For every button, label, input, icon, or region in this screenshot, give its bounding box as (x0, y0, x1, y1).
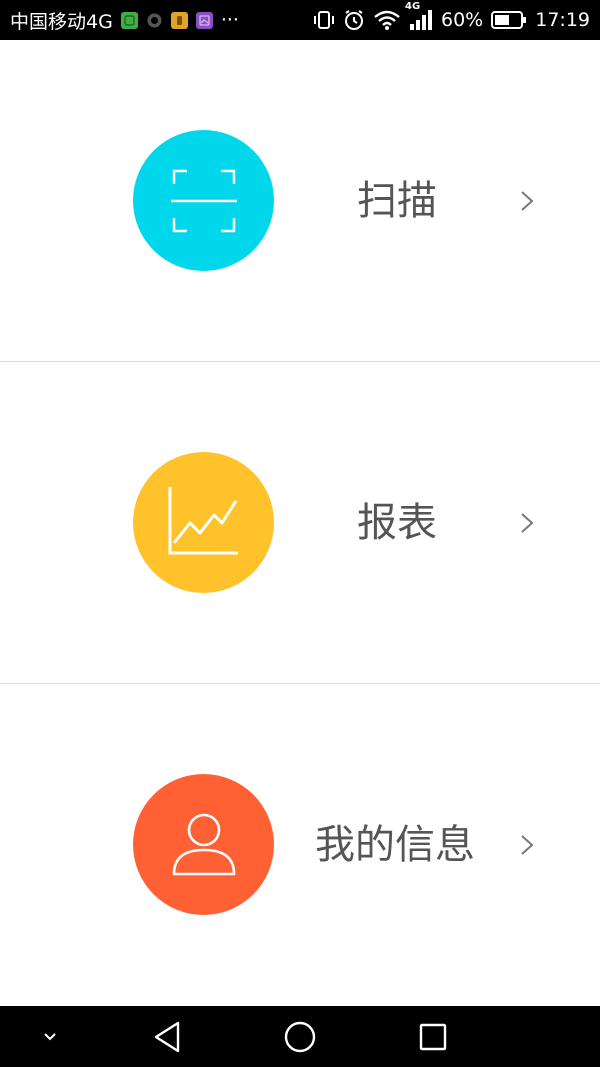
navigation-bar (0, 1006, 600, 1067)
alarm-icon (343, 9, 365, 31)
status-bar-left: 中国移动4G ··· (10, 7, 239, 34)
app-screen: 中国移动4G ··· 4G 60% 17:19 扫描 报表 我的信息 (0, 0, 600, 1067)
signal-icon: 4G (405, 1, 433, 31)
record-icon (146, 12, 163, 29)
main-menu: 扫描 报表 我的信息 (0, 40, 600, 1006)
recents-icon[interactable] (405, 1006, 461, 1067)
battery-percent: 60% (441, 9, 484, 31)
status-bar-right: 4G 60% 17:19 (313, 1, 590, 31)
home-icon[interactable] (272, 1006, 328, 1067)
status-bar: 中国移动4G ··· 4G 60% 17:19 (0, 0, 600, 40)
dropdown-icon[interactable] (30, 1006, 70, 1067)
battery-icon (491, 10, 527, 30)
network-type-label: 4G (405, 1, 421, 12)
wifi-icon (373, 9, 401, 31)
back-icon[interactable] (140, 1006, 196, 1067)
menu-item-my-info[interactable]: 我的信息 (0, 684, 600, 1006)
chevron-right-icon (515, 188, 539, 214)
menu-item-label: 报表 (357, 500, 437, 546)
app-icon (170, 11, 188, 29)
menu-item-report[interactable]: 报表 (0, 362, 600, 684)
menu-item-label: 扫描 (357, 178, 437, 224)
scan-icon (133, 130, 274, 271)
menu-item-scan[interactable]: 扫描 (0, 40, 600, 362)
menu-item-label: 我的信息 (315, 822, 475, 868)
more-notifications: ··· (220, 9, 239, 31)
vibrate-icon (313, 10, 335, 30)
wechat-icon (120, 11, 138, 29)
chart-icon (133, 452, 274, 593)
gallery-icon (195, 11, 213, 29)
chevron-right-icon (515, 510, 539, 536)
chevron-right-icon (515, 832, 539, 858)
clock: 17:19 (535, 9, 590, 31)
user-icon (133, 774, 274, 915)
carrier-label: 中国移动4G (10, 10, 113, 33)
